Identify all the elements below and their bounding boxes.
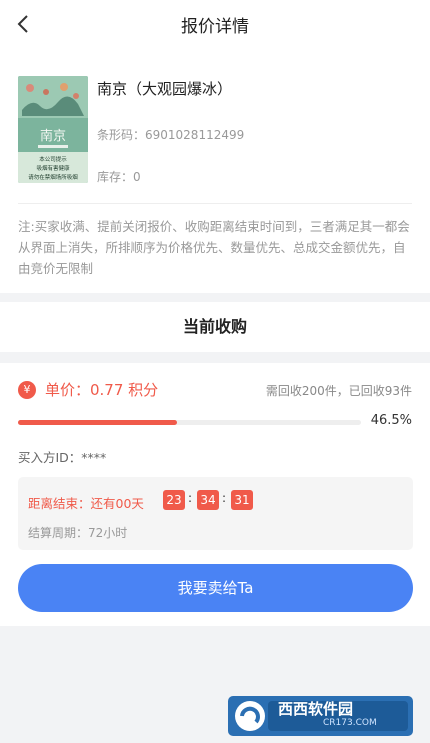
yen-icon: ¥ [18,381,36,399]
watermark-site-name: 西西软件园 [278,700,354,718]
page-title: 报价详情 [181,17,249,37]
pack-warning-line-3: 请勿在禁烟场所吸烟 [28,173,78,181]
current-purchase-header: 当前收购 [0,302,430,352]
countdown-box: 距离结束：还有00天 23 : 34 : 31 结算周期：72小时 [18,477,413,550]
top-bar: 报价详情 [0,0,430,48]
buyer-id: 买入方ID：**** [18,450,107,465]
unit-price: 单价：0.77 积分 [45,381,159,399]
pack-warning-line-1: 本公司提示 [39,155,67,163]
purchase-card: ¥ 单价：0.77 积分 需回收200件，已回收93件 46.5% 买入方ID：… [0,363,430,626]
product-card: 南京 本公司提示 吸烟有害健康 请勿在禁烟场所吸烟 南京（大观园爆冰） 条形码：… [0,48,430,293]
settlement-cycle: 结算周期：72小时 [28,526,128,540]
pack-warning-line-2: 吸烟有害健康 [36,164,70,172]
countdown-seconds: 31 [231,490,253,510]
countdown-label: 距离结束：还有00天 [28,496,144,511]
sell-to-buyer-button[interactable]: 我要卖给Ta [18,564,413,612]
progress-percent: 46.5% [370,413,412,428]
progress-bar [18,420,361,425]
countdown-separator: : [188,491,193,505]
product-stock: 库存：0 [97,170,141,184]
countdown-minutes: 34 [197,490,219,510]
watermark-domain: CR173.COM [323,718,377,728]
countdown-hours: 23 [163,490,185,510]
recycle-progress-text: 需回收200件，已回收93件 [265,384,412,398]
product-image[interactable]: 南京 本公司提示 吸烟有害健康 请勿在禁烟场所吸烟 [18,76,88,183]
product-barcode: 条形码：6901028112499 [97,128,245,142]
pack-brand-text: 南京 [40,128,66,144]
product-name: 南京（大观园爆冰） [97,80,233,98]
countdown-separator: : [222,491,227,505]
rules-notice: 注:买家收满、提前关闭报价、收购距离结束时间到，三者满足其一都会从界面上消失，所… [18,219,410,276]
progress-bar-fill [18,420,178,425]
divider [18,203,412,204]
site-watermark-logo: 西西软件园 CR173.COM [228,696,413,736]
section-title: 当前收购 [182,317,247,336]
